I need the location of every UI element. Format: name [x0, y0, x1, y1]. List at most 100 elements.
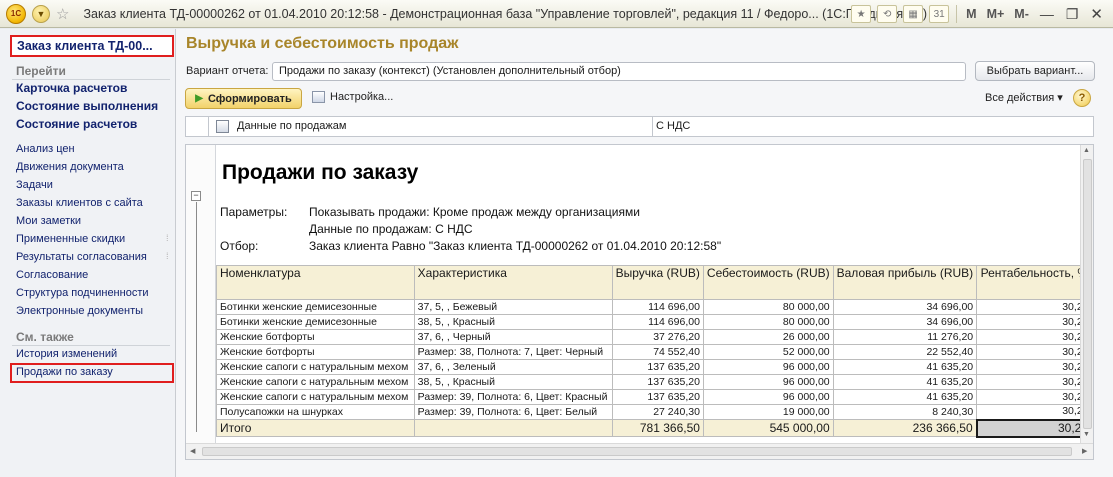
cell-cost[interactable]: 52 000,00 — [702, 344, 834, 360]
scroll-down-icon[interactable]: ▼ — [1083, 431, 1090, 438]
cell-nomenclature[interactable]: Ботинки женские демисезонные — [216, 314, 415, 330]
memory-subtract-button[interactable]: M- — [1014, 7, 1029, 21]
cell-cost[interactable]: 96 000,00 — [702, 389, 834, 405]
scroll-right-icon[interactable]: ▶ — [1082, 447, 1087, 455]
cell-cost[interactable]: 80 000,00 — [702, 299, 834, 315]
nav-link-applied-discounts[interactable]: Примененные скидки — [16, 233, 125, 245]
cell-characteristic[interactable]: Размер: 39, Полнота: 6, Цвет: Белый — [413, 404, 613, 420]
cell-revenue[interactable]: 37 276,20 — [611, 329, 704, 345]
nav-link-tasks[interactable]: Задачи — [16, 179, 53, 191]
cell-cost[interactable]: 19 000,00 — [702, 404, 834, 420]
vertical-scroll-thumb[interactable] — [1083, 159, 1092, 429]
scroll-left-icon[interactable]: ◀ — [190, 447, 195, 455]
report-spreadsheet[interactable]: − Продажи по заказу Параметры: Показыват… — [185, 144, 1094, 460]
nav-link-approval[interactable]: Согласование — [16, 269, 88, 281]
cell-characteristic[interactable]: 37, 5, , Бежевый — [413, 299, 613, 315]
cell-characteristic[interactable]: 37, 6, , Черный — [413, 329, 613, 345]
group-bracket-line — [196, 202, 197, 432]
cell-gross-profit[interactable]: 41 635,20 — [832, 359, 978, 375]
cell-gross-profit[interactable]: 34 696,00 — [832, 299, 978, 315]
cell-profitability[interactable]: 30,25 — [976, 314, 1093, 330]
close-icon[interactable]: ✕ — [1090, 5, 1103, 23]
cell-cost[interactable]: 96 000,00 — [702, 374, 834, 390]
nav-link-change-history[interactable]: История изменений — [16, 348, 117, 360]
cell-characteristic[interactable]: Размер: 39, Полнота: 6, Цвет: Красный — [413, 389, 613, 405]
cell-profitability[interactable]: 30,25 — [976, 299, 1093, 315]
cell-revenue[interactable]: 114 696,00 — [611, 299, 704, 315]
cell-gross-profit[interactable]: 11 276,20 — [832, 329, 978, 345]
favorite-star-icon[interactable]: ☆ — [56, 5, 69, 23]
horizontal-scroll-thumb[interactable] — [202, 447, 1072, 456]
cell-gross-profit[interactable]: 8 240,30 — [832, 404, 978, 420]
cell-nomenclature[interactable]: Женские сапоги с натуральным мехом — [216, 374, 415, 390]
nav-link-execution-status[interactable]: Состояние выполнения — [16, 99, 158, 113]
cell-revenue[interactable]: 27 240,30 — [611, 404, 704, 420]
calendar-icon[interactable]: 31 — [929, 5, 950, 23]
cell-characteristic[interactable]: 38, 5, , Красный — [413, 374, 613, 390]
cell-characteristic[interactable]: 38, 5, , Красный — [413, 314, 613, 330]
cell-revenue[interactable]: 137 635,20 — [611, 374, 704, 390]
cell-revenue[interactable]: 114 696,00 — [611, 314, 704, 330]
cell-nomenclature[interactable]: Полусапожки на шнурках — [216, 404, 415, 420]
report-variant-field[interactable]: Продажи по заказу (контекст) (Установлен… — [272, 62, 966, 81]
history-icon[interactable]: ⟲ — [877, 5, 898, 23]
calculator-icon[interactable]: ▦ — [903, 5, 924, 23]
cell-nomenclature[interactable]: Женские ботфорты — [216, 329, 415, 345]
app-logo-icon[interactable]: 1С — [6, 3, 26, 24]
cell-profitability[interactable]: 30,25 — [976, 374, 1093, 390]
all-actions-menu[interactable]: Все действия ▾ — [985, 91, 1063, 104]
nav-link-subordination-structure[interactable]: Структура подчиненности — [16, 287, 149, 299]
memory-m-button[interactable]: M — [966, 7, 976, 21]
cell-revenue[interactable]: 137 635,20 — [611, 389, 704, 405]
cell-profitability[interactable]: 30,25 — [976, 344, 1093, 360]
cell-gross-profit[interactable]: 22 552,40 — [832, 344, 978, 360]
collapse-group-icon[interactable]: − — [191, 191, 201, 201]
generate-button[interactable]: ▶ Сформировать — [185, 88, 302, 109]
cell-nomenclature[interactable]: Ботинки женские демисезонные — [216, 299, 415, 315]
cell-cost[interactable]: 80 000,00 — [702, 314, 834, 330]
cell-gross-profit[interactable]: 41 635,20 — [832, 374, 978, 390]
document-header-link[interactable]: Заказ клиента ТД-00... — [10, 35, 174, 57]
nav-link-document-movements[interactable]: Движения документа — [16, 161, 124, 173]
panel-resize-grip[interactable]: ⁞ — [166, 251, 169, 261]
add-favorite-icon[interactable]: ★ — [851, 5, 872, 23]
nav-link-my-notes[interactable]: Мои заметки — [16, 215, 81, 227]
help-icon[interactable]: ? — [1073, 89, 1091, 107]
cell-profitability[interactable]: 30,25 — [976, 359, 1093, 375]
nav-link-approval-results[interactable]: Результаты согласования — [16, 251, 147, 263]
memory-add-button[interactable]: M+ — [987, 7, 1005, 21]
nav-link-sales-by-order[interactable]: Продажи по заказу — [16, 366, 113, 378]
total-profitability-selected-cell[interactable]: 30,25 — [975, 418, 1093, 438]
cell-nomenclature[interactable]: Женские сапоги с натуральным мехом — [216, 389, 415, 405]
cell-profitability[interactable]: 30,25 — [976, 329, 1093, 345]
nav-link-site-orders[interactable]: Заказы клиентов с сайта — [16, 197, 143, 209]
nav-link-electronic-documents[interactable]: Электронные документы — [16, 305, 143, 317]
cell-characteristic[interactable]: 37, 6, , Зеленый — [413, 359, 613, 375]
scroll-up-icon[interactable]: ▲ — [1083, 147, 1090, 154]
choose-variant-button[interactable]: Выбрать вариант... — [975, 61, 1095, 81]
cell-characteristic[interactable]: Размер: 38, Полнота: 7, Цвет: Черный — [413, 344, 613, 360]
panel-resize-grip[interactable]: ⁞ — [166, 233, 169, 243]
nav-link-settlement-status[interactable]: Состояние расчетов — [16, 117, 137, 131]
vertical-scrollbar[interactable]: ▲ ▼ — [1080, 145, 1093, 443]
nav-link-settlement-card[interactable]: Карточка расчетов — [16, 81, 127, 95]
cell-gross-profit[interactable]: 34 696,00 — [832, 314, 978, 330]
cell-revenue[interactable]: 74 552,40 — [611, 344, 704, 360]
table-row: Женские сапоги с натуральным мехом 38, 5,… — [216, 374, 1093, 390]
sales-data-setting-value[interactable]: С НДС — [656, 120, 690, 132]
cell-profitability[interactable]: 30,25 — [976, 404, 1093, 420]
cell-nomenclature[interactable]: Женские ботфорты — [216, 344, 415, 360]
cell-gross-profit[interactable]: 41 635,20 — [832, 389, 978, 405]
cell-nomenclature[interactable]: Женские сапоги с натуральным мехом — [216, 359, 415, 375]
cell-cost[interactable]: 26 000,00 — [702, 329, 834, 345]
title-bar-tools: ★ ⟲ ▦ 31 M M+ M- — ❐ ✕ — [848, 0, 1113, 28]
settings-button[interactable]: Настройка... — [312, 91, 393, 103]
restore-icon[interactable]: ❐ — [1066, 6, 1079, 23]
cell-cost[interactable]: 96 000,00 — [702, 359, 834, 375]
minimize-icon[interactable]: — — [1040, 6, 1054, 22]
main-menu-icon[interactable]: ▼ — [32, 4, 50, 23]
cell-profitability[interactable]: 30,25 — [976, 389, 1093, 405]
nav-link-price-analysis[interactable]: Анализ цен — [16, 143, 75, 155]
horizontal-scrollbar[interactable]: ◀ ▶ — [186, 443, 1093, 459]
cell-revenue[interactable]: 137 635,20 — [611, 359, 704, 375]
